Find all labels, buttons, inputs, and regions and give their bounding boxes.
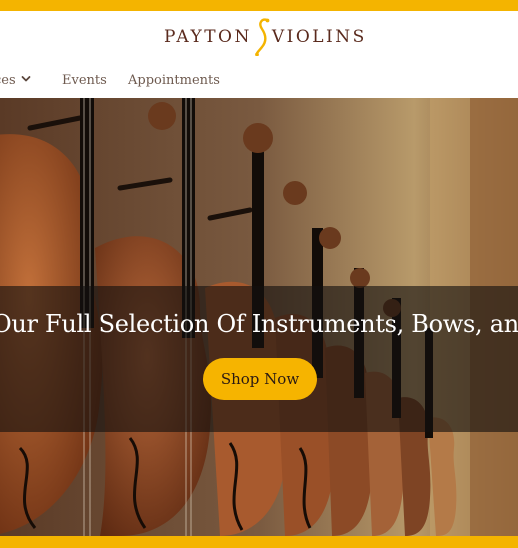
nav-item-events[interactable]: Events bbox=[62, 73, 107, 88]
logo-text-left: PAYTON bbox=[164, 27, 252, 47]
hero-section: Our Full Selection Of Instruments, Bows,… bbox=[0, 98, 518, 536]
site-header: PAYTON VIOLINS bbox=[0, 11, 518, 57]
hero-headline: Our Full Selection Of Instruments, Bows,… bbox=[0, 310, 518, 338]
site-logo[interactable]: PAYTON VIOLINS bbox=[164, 18, 367, 57]
main-nav: ces Events Appointments bbox=[0, 56, 518, 98]
shop-now-button[interactable]: Shop Now bbox=[203, 358, 317, 400]
nav-item-services[interactable]: ces bbox=[0, 73, 31, 88]
nav-services-label: ces bbox=[0, 73, 16, 88]
chevron-down-icon bbox=[21, 76, 31, 82]
top-accent-bar bbox=[0, 0, 518, 11]
logo-text-right: VIOLINS bbox=[271, 27, 367, 47]
hero-banner: Our Full Selection Of Instruments, Bows,… bbox=[0, 286, 518, 432]
f-hole-icon bbox=[254, 18, 270, 57]
bottom-accent-bar bbox=[0, 536, 518, 548]
nav-item-appointments[interactable]: Appointments bbox=[128, 73, 220, 88]
